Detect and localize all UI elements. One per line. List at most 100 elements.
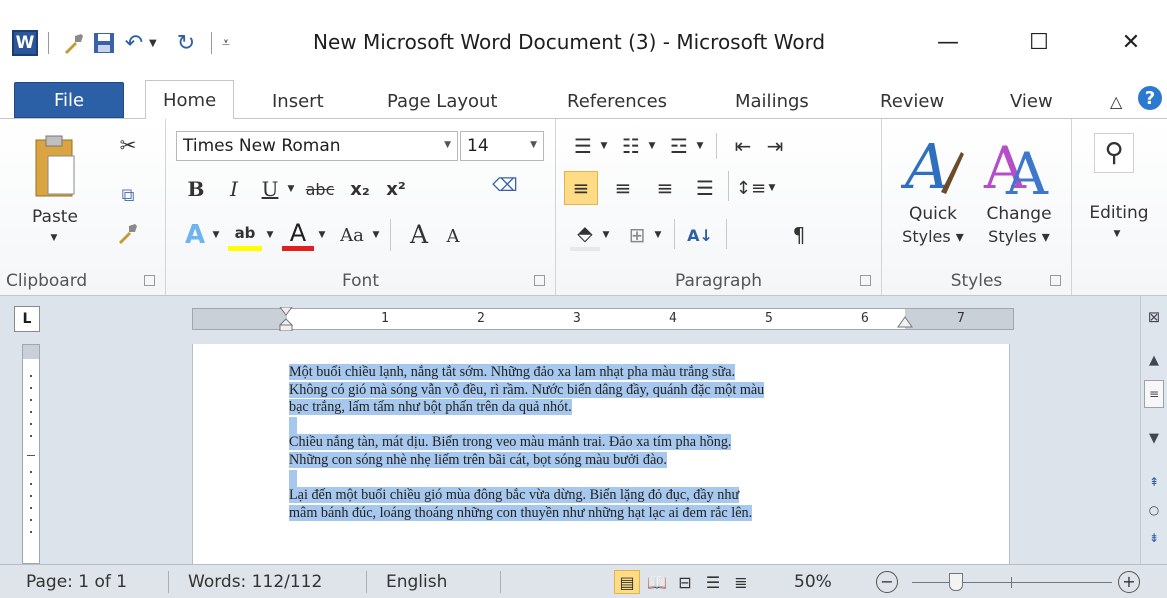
change-case-button[interactable]: Aa — [334, 219, 370, 251]
shading-icon[interactable]: ⬘ — [570, 219, 600, 251]
paste-dropdown-icon[interactable]: ▼ — [46, 231, 62, 245]
show-formatting-button[interactable]: ¶ — [784, 219, 814, 251]
draft-view-icon[interactable]: ≣ — [728, 570, 754, 594]
quick-styles-line1[interactable]: Quick — [890, 203, 976, 225]
copy-icon[interactable]: ⧉ — [114, 181, 142, 209]
paragraph-line[interactable]: Những con sóng nhè nhẹ liếm trên bãi cát… — [289, 451, 929, 470]
change-case-dropdown-icon[interactable]: ▼ — [370, 219, 382, 251]
numbering-dropdown-icon[interactable]: ▼ — [646, 131, 658, 161]
line-spacing-dropdown-icon[interactable]: ▼ — [766, 171, 778, 205]
bullets-icon[interactable]: ☰ — [568, 131, 598, 161]
align-left-button[interactable]: ≡ — [564, 171, 598, 205]
italic-button[interactable]: I — [220, 173, 248, 205]
right-indent-marker-icon[interactable] — [897, 315, 913, 331]
zoom-in-button[interactable]: + — [1118, 571, 1140, 593]
underline-button[interactable]: U — [256, 173, 284, 205]
align-right-button[interactable]: ≡ — [648, 171, 682, 205]
zoom-out-button[interactable]: − — [876, 571, 898, 593]
align-center-button[interactable]: ≡ — [606, 171, 640, 205]
superscript-button[interactable]: x² — [382, 173, 410, 205]
line-spacing-icon[interactable]: ↕≡ — [736, 171, 766, 205]
font-name-dropdown-icon[interactable]: ▼ — [444, 140, 451, 150]
clear-formatting-icon[interactable]: ⌫ — [490, 169, 520, 201]
text-effects-dropdown-icon[interactable]: ▼ — [210, 219, 222, 251]
redo-icon[interactable]: ↻ — [171, 28, 201, 58]
customize-qat-icon[interactable]: ⩡ — [222, 35, 236, 51]
page-count[interactable]: Page: 1 of 1 — [26, 572, 127, 592]
font-name-combo[interactable]: Times New Roman ▼ — [176, 131, 458, 161]
font-size-dropdown-icon[interactable]: ▼ — [530, 140, 537, 150]
tab-review[interactable]: Review — [880, 84, 944, 118]
bold-button[interactable]: B — [182, 173, 210, 205]
minimize-ribbon-icon[interactable]: △ — [1110, 84, 1122, 118]
multilevel-list-dropdown-icon[interactable]: ▼ — [694, 131, 706, 161]
scroll-thumb[interactable]: ≡ — [1144, 380, 1164, 408]
grow-font-button[interactable]: A — [404, 217, 434, 251]
paragraph-line[interactable]: mâm bánh đúc, loáng thoáng những con thu… — [289, 504, 929, 523]
scroll-down-icon[interactable]: ▼ — [1141, 428, 1167, 448]
font-color-dropdown-icon[interactable]: ▼ — [316, 219, 328, 251]
select-browse-object-icon[interactable]: ○ — [1141, 500, 1167, 520]
minimize-button[interactable]: — — [925, 22, 971, 62]
print-layout-view-icon[interactable]: ▤ — [614, 570, 640, 594]
tab-mailings[interactable]: Mailings — [735, 84, 809, 118]
editing-dropdown-icon[interactable]: ▼ — [1110, 227, 1124, 241]
web-layout-view-icon[interactable]: ⊟ — [672, 570, 698, 594]
paragraph-launcher-icon[interactable] — [860, 275, 871, 286]
word-count[interactable]: Words: 112/112 — [188, 572, 322, 592]
paragraph-line[interactable]: Lại đến một buổi chiều gió mùa đông bắc … — [289, 487, 929, 505]
paste-icon[interactable] — [30, 131, 78, 201]
underline-dropdown-icon[interactable]: ▼ — [284, 173, 298, 205]
increase-indent-icon[interactable]: ⇥ — [760, 131, 790, 161]
paragraph-line[interactable]: bạc trắng, lấm tấm như bột phấn trên da … — [289, 399, 929, 417]
previous-page-icon[interactable]: ⇞ — [1141, 472, 1167, 492]
zoom-level[interactable]: 50% — [794, 572, 832, 592]
shrink-font-button[interactable]: A — [440, 221, 466, 251]
paragraph-line[interactable]: Không có gió mà sóng vẫn vỗ đều, rì rầm.… — [289, 381, 929, 400]
maximize-button[interactable]: ☐ — [1016, 22, 1062, 62]
tab-references[interactable]: References — [567, 84, 667, 118]
scroll-up-icon[interactable]: ▲ — [1141, 350, 1167, 370]
undo-dropdown-icon[interactable]: ▼ — [149, 38, 163, 49]
strikethrough-button[interactable]: abc — [302, 173, 338, 205]
binoculars-icon[interactable]: ⚲ — [1094, 133, 1134, 173]
tab-file[interactable]: File — [14, 82, 124, 118]
font-launcher-icon[interactable] — [534, 275, 545, 286]
shading-dropdown-icon[interactable]: ▼ — [600, 219, 612, 251]
format-painter-icon[interactable] — [114, 219, 142, 247]
language-status[interactable]: English — [386, 572, 447, 592]
numbering-icon[interactable]: ☷ — [616, 131, 646, 161]
save-icon[interactable] — [89, 28, 119, 58]
highlight-dropdown-icon[interactable]: ▼ — [264, 219, 276, 251]
help-icon[interactable]: ? — [1138, 86, 1162, 110]
font-size-combo[interactable]: 14 ▼ — [460, 131, 544, 161]
change-styles-line2[interactable]: Styles ▾ — [976, 225, 1062, 247]
tab-insert[interactable]: Insert — [272, 84, 324, 118]
borders-dropdown-icon[interactable]: ▼ — [652, 219, 664, 251]
full-screen-reading-view-icon[interactable]: 📖 — [644, 570, 670, 594]
change-styles-line1[interactable]: Change — [976, 203, 1062, 225]
indent-marker-icon[interactable] — [278, 306, 294, 332]
outline-view-icon[interactable]: ☰ — [700, 570, 726, 594]
tab-stop-selector-icon[interactable]: L — [14, 306, 40, 332]
clipboard-launcher-icon[interactable] — [144, 275, 155, 286]
styles-launcher-icon[interactable] — [1050, 275, 1061, 286]
vertical-ruler[interactable] — [22, 344, 40, 564]
sort-button[interactable]: A↓ — [682, 219, 718, 251]
format-painter-icon[interactable] — [59, 28, 89, 58]
quick-styles-line2[interactable]: Styles ▾ — [890, 225, 976, 247]
document-text[interactable]: Một buổi chiều lạnh, nắng tắt sớm. Những… — [289, 364, 929, 522]
close-button[interactable]: ✕ — [1108, 22, 1154, 62]
document-page[interactable]: Một buổi chiều lạnh, nắng tắt sớm. Những… — [192, 344, 1010, 564]
justify-button[interactable]: ☰ — [688, 171, 722, 205]
zoom-slider-track[interactable] — [912, 582, 1112, 583]
tab-home[interactable]: Home — [145, 80, 235, 119]
paragraph-line[interactable]: Chiều nắng tàn, mát dịu. Biển trong veo … — [289, 434, 929, 452]
tab-page-layout[interactable]: Page Layout — [387, 84, 498, 118]
multilevel-list-icon[interactable]: ☲ — [664, 131, 694, 161]
horizontal-ruler[interactable]: 1 2 3 4 5 6 7 — [192, 306, 1014, 332]
decrease-indent-icon[interactable]: ⇤ — [728, 131, 758, 161]
quick-styles-icon[interactable]: A — [898, 127, 968, 203]
borders-icon[interactable]: ⊞ — [622, 219, 652, 251]
vertical-scrollbar[interactable]: ⊠ ▲ ≡ ▼ ⇞ ○ ⇟ — [1140, 296, 1167, 564]
